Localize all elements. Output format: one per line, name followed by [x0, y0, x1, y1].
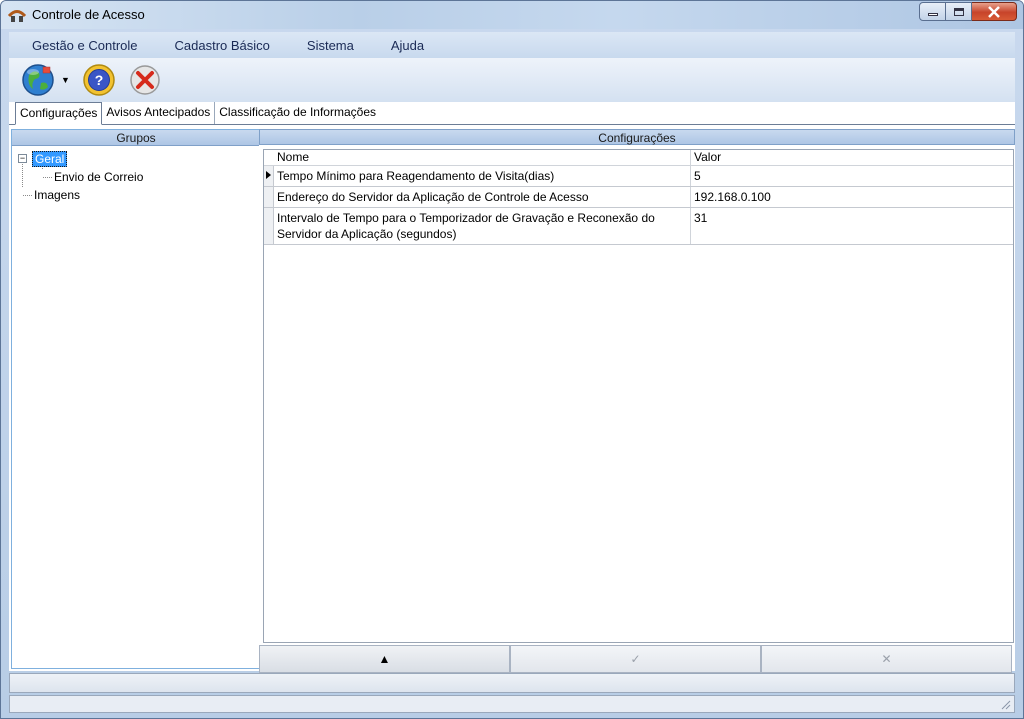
cancel-button[interactable]: ✕ [761, 645, 1012, 673]
grid-header: Nome Valor [264, 150, 1013, 166]
resize-grip-icon[interactable] [999, 698, 1011, 710]
column-header-valor[interactable]: Valor [691, 150, 1013, 165]
app-logo-icon [8, 10, 26, 22]
cell-name[interactable]: Intervalo de Tempo para o Temporizador d… [274, 208, 691, 244]
column-header-nome[interactable]: Nome [274, 150, 691, 165]
help-button[interactable]: ? [82, 62, 116, 98]
groups-panel: Grupos − Geral Envio de Correio Imagens [11, 129, 261, 669]
close-window-button[interactable] [972, 2, 1017, 21]
minimize-icon [927, 13, 938, 16]
menu-ajuda[interactable]: Ajuda [377, 38, 438, 53]
toolbar: ▼ ? [9, 58, 1015, 102]
table-row[interactable]: Intervalo de Tempo para o Temporizador d… [264, 208, 1013, 245]
tree-node-label[interactable]: Envio de Correio [54, 169, 143, 185]
row-selector[interactable] [264, 187, 274, 207]
maximize-icon [953, 7, 964, 16]
settings-panel-title: Configurações [259, 129, 1015, 145]
tree-node-imagens[interactable]: Imagens [12, 186, 260, 204]
current-row-icon [266, 171, 271, 179]
chevron-down-icon[interactable]: ▼ [61, 75, 70, 85]
grid-header-selector [264, 150, 274, 165]
groups-panel-title: Grupos [12, 130, 260, 146]
svg-text:?: ? [95, 72, 104, 88]
settings-panel: Configurações Nome Valor Tempo Mínimo pa… [259, 129, 1015, 673]
cell-name[interactable]: Endereço do Servidor da Aplicação de Con… [274, 187, 691, 207]
table-row[interactable]: Endereço do Servidor da Aplicação de Con… [264, 187, 1013, 208]
tree-node-geral[interactable]: − Geral [12, 150, 260, 168]
grid-action-bar: ▲ ✓ ✕ [259, 645, 1015, 673]
cell-value[interactable]: 192.168.0.100 [691, 187, 1013, 207]
row-selector[interactable] [264, 166, 274, 186]
exit-button[interactable] [128, 62, 162, 98]
cell-name[interactable]: Tempo Mínimo para Reagendamento de Visit… [274, 166, 691, 186]
row-selector[interactable] [264, 208, 274, 244]
collapse-icon[interactable]: − [18, 154, 27, 163]
tree-node-label[interactable]: Imagens [34, 187, 80, 203]
confirm-button[interactable]: ✓ [510, 645, 761, 673]
title-bar[interactable]: Controle de Acesso [1, 1, 1023, 29]
status-bar-secondary [9, 695, 1015, 713]
tab-classificacao-informacoes[interactable]: Classificação de Informações [215, 102, 380, 124]
tab-avisos-antecipados[interactable]: Avisos Antecipados [102, 102, 216, 124]
maximize-button[interactable] [946, 2, 972, 21]
globe-dropdown-button[interactable]: ▼ [21, 62, 70, 98]
menu-gestao-controle[interactable]: Gestão e Controle [18, 38, 152, 53]
close-circle-icon [130, 65, 160, 95]
help-icon: ? [83, 64, 115, 96]
tree-node-label[interactable]: Geral [32, 151, 68, 167]
groups-tree: − Geral Envio de Correio Imagens [12, 146, 260, 204]
tab-strip: Configurações Avisos Antecipados Classif… [9, 102, 1015, 125]
globe-icon [22, 64, 54, 96]
window-title: Controle de Acesso [32, 7, 145, 22]
status-bar [9, 673, 1015, 693]
tree-connector [43, 177, 52, 178]
minimize-button[interactable] [919, 2, 946, 21]
settings-grid: Nome Valor Tempo Mínimo para Reagendamen… [263, 149, 1014, 643]
cell-value[interactable]: 31 [691, 208, 1013, 244]
window-controls [919, 2, 1017, 21]
cell-value[interactable]: 5 [691, 166, 1013, 186]
move-up-button[interactable]: ▲ [259, 645, 510, 673]
tree-node-envio-correio[interactable]: Envio de Correio [12, 168, 260, 186]
client-area: Grupos − Geral Envio de Correio Imagens [9, 125, 1015, 673]
tree-connector [23, 195, 32, 196]
close-icon [988, 5, 1000, 18]
menu-bar: Gestão e Controle Cadastro Básico Sistem… [9, 32, 1015, 58]
tab-configuracoes[interactable]: Configurações [15, 102, 103, 125]
menu-sistema[interactable]: Sistema [293, 38, 368, 53]
menu-cadastro-basico[interactable]: Cadastro Básico [161, 38, 284, 53]
main-window: Controle de Acesso Gestão e Controle Cad… [0, 0, 1024, 719]
table-row[interactable]: Tempo Mínimo para Reagendamento de Visit… [264, 166, 1013, 187]
